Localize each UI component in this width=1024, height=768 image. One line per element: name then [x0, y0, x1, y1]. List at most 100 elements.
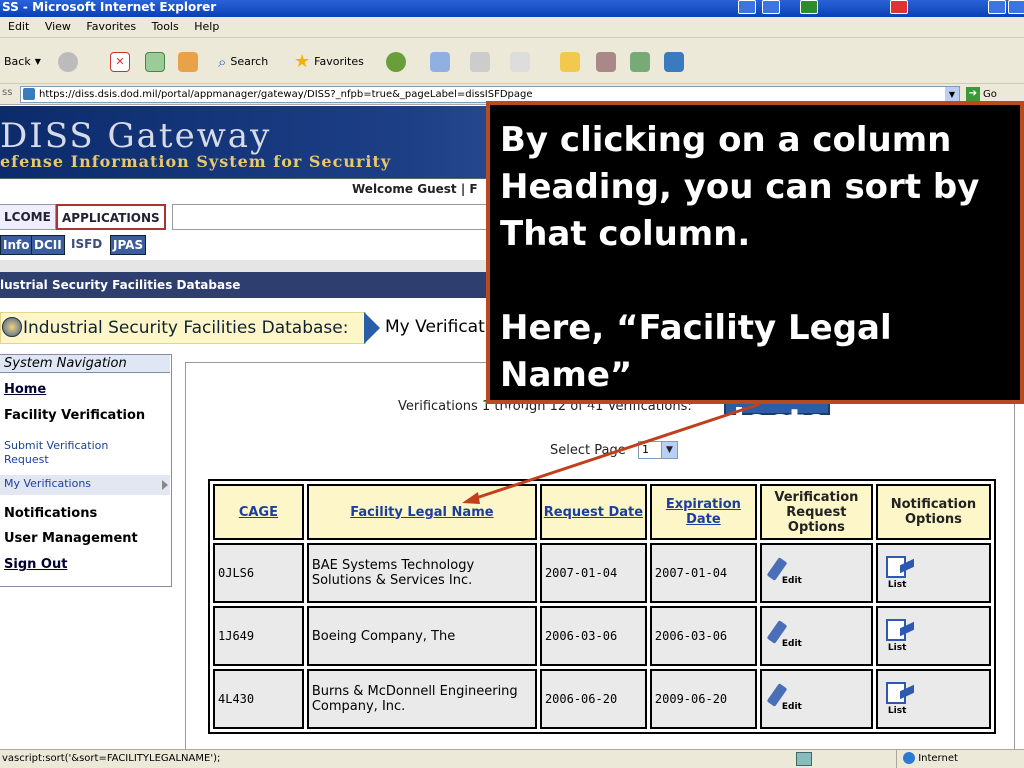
menu-favorites[interactable]: Favorites	[86, 20, 136, 33]
folder-button[interactable]	[560, 52, 580, 72]
nav-home-link[interactable]: Home	[4, 382, 46, 397]
go-arrow-icon: ➔	[966, 87, 980, 101]
cell-facility-name: Boeing Company, The	[306, 606, 537, 666]
research-button[interactable]	[596, 52, 616, 72]
globe-icon	[903, 752, 915, 764]
edit-label: Edit	[781, 638, 802, 649]
media-icon	[664, 52, 684, 72]
table-row: 4L430 Burns & McDonnell Engineering Comp…	[213, 669, 991, 729]
tab-info[interactable]: Info	[0, 235, 33, 255]
list-icon[interactable]: List	[885, 555, 922, 590]
list-icon[interactable]: List	[885, 618, 922, 653]
cell-expiration-date: 2009-06-20	[649, 669, 757, 729]
mail-button[interactable]	[430, 52, 450, 72]
breadcrumb-arrow-icon	[364, 312, 380, 344]
favorites-button[interactable]: ★ Favorites	[294, 52, 364, 72]
folder-icon	[560, 52, 580, 72]
column-header-facility-legal-name[interactable]: Facility Legal Name	[306, 484, 537, 540]
edit-page-button[interactable]	[510, 52, 530, 72]
column-header-expiration-date[interactable]: Expiration Date	[649, 484, 757, 540]
tab-jpas[interactable]: JPAS	[110, 235, 147, 255]
list-label: List	[887, 705, 907, 716]
breadcrumb-database[interactable]: Industrial Security Facilities Database:	[0, 312, 366, 344]
list-label: List	[887, 642, 907, 653]
nav-user-management[interactable]: User Management	[4, 531, 138, 546]
nav-my-verifications[interactable]: My Verifications	[0, 475, 170, 495]
messenger-icon	[630, 52, 650, 72]
star-icon: ★	[294, 51, 311, 72]
tab-strip-blank	[172, 204, 492, 230]
edit-icon[interactable]: Edit	[766, 556, 806, 588]
nav-facility-verification[interactable]: Facility Verification	[4, 408, 145, 423]
tray-icon	[738, 0, 756, 14]
browser-toolbar: Back ▼ ✕ ⌕ Search ★ Favorites	[0, 38, 1024, 84]
column-header-cage[interactable]: CAGE	[213, 484, 304, 540]
history-button[interactable]	[386, 52, 406, 72]
print-button[interactable]	[470, 52, 490, 72]
menu-view[interactable]: View	[45, 20, 71, 33]
tab-applications[interactable]: APPLICATIONS	[56, 204, 166, 230]
verifications-table: CAGE Facility Legal Name Request Date Ex…	[208, 479, 996, 734]
maximize-icon[interactable]	[1008, 0, 1024, 14]
url-text: https://diss.dsis.dod.mil/portal/appmana…	[39, 89, 533, 100]
tray-icon	[800, 0, 818, 14]
callout-spacer	[500, 258, 1020, 305]
callout-line: Has been selected.	[500, 402, 865, 442]
cell-edit: Edit	[759, 606, 873, 666]
refresh-button[interactable]	[145, 52, 165, 72]
cell-list: List	[875, 606, 991, 666]
cell-list: List	[875, 543, 991, 603]
nav-sign-out-link[interactable]: Sign Out	[4, 557, 67, 572]
edit-label: Edit	[781, 575, 802, 586]
status-text: vascript:sort('&sort=FACILITYLEGALNAME')…	[2, 753, 221, 764]
window-title-bar: SS - Microsoft Internet Explorer	[0, 0, 1024, 17]
cell-expiration-date: 2007-01-04	[649, 543, 757, 603]
media-button[interactable]	[664, 52, 684, 72]
welcome-text: Welcome Guest | F	[352, 182, 478, 196]
tray-icon	[762, 0, 780, 14]
nav-submit-verification-request[interactable]: Submit Verification Request	[4, 439, 154, 467]
menu-bar: Edit View Favorites Tools Help	[0, 17, 1024, 38]
tab-dcii[interactable]: DCII	[31, 235, 65, 255]
back-button[interactable]: Back ▼	[4, 52, 41, 72]
window-title: SS - Microsoft Internet Explorer	[2, 0, 217, 14]
list-icon[interactable]: List	[885, 681, 922, 716]
column-header-verification-options: Verification Request Options	[759, 484, 873, 540]
column-header-request-date[interactable]: Request Date	[539, 484, 647, 540]
menu-help[interactable]: Help	[194, 20, 219, 33]
callout-line: By clicking on a column	[500, 120, 952, 160]
table-row: 1J649 Boeing Company, The 2006-03-06 200…	[213, 606, 991, 666]
status-bar: vascript:sort('&sort=FACILITYLEGALNAME')…	[0, 749, 1024, 768]
cell-edit: Edit	[759, 543, 873, 603]
history-icon	[386, 52, 406, 72]
cell-expiration-date: 2006-03-06	[649, 606, 757, 666]
site-title: DISS Gateway	[0, 116, 272, 156]
home-button[interactable]	[178, 52, 198, 72]
edit-page-icon	[510, 52, 530, 72]
mail-icon	[430, 52, 450, 72]
cell-cage: 4L430	[213, 669, 304, 729]
stop-button[interactable]: ✕	[110, 52, 130, 72]
zone-indicator: Internet	[896, 750, 958, 768]
column-header-notification-options: Notification Options	[875, 484, 991, 540]
dropdown-icon[interactable]: ▼	[945, 87, 959, 102]
tab-welcome[interactable]: LCOME	[0, 204, 56, 230]
menu-edit[interactable]: Edit	[8, 20, 29, 33]
go-button[interactable]: ➔ Go	[966, 87, 997, 101]
nav-header: System Navigation	[0, 355, 170, 373]
cell-edit: Edit	[759, 669, 873, 729]
cell-list: List	[875, 669, 991, 729]
search-button[interactable]: ⌕ Search	[218, 52, 268, 72]
nav-notifications[interactable]: Notifications	[4, 506, 97, 521]
minimize-icon[interactable]	[988, 0, 1006, 14]
tab-isfd[interactable]: ISFD	[69, 235, 105, 255]
menu-tools[interactable]: Tools	[152, 20, 179, 33]
edit-icon[interactable]: Edit	[766, 619, 806, 651]
search-icon: ⌕	[218, 53, 227, 71]
messenger-button[interactable]	[630, 52, 650, 72]
forward-button[interactable]	[58, 52, 78, 72]
edit-icon[interactable]: Edit	[766, 682, 806, 714]
stop-icon: ✕	[110, 52, 130, 72]
table-header-row: CAGE Facility Legal Name Request Date Ex…	[213, 484, 991, 540]
system-navigation: System Navigation Home Facility Verifica…	[0, 354, 172, 587]
